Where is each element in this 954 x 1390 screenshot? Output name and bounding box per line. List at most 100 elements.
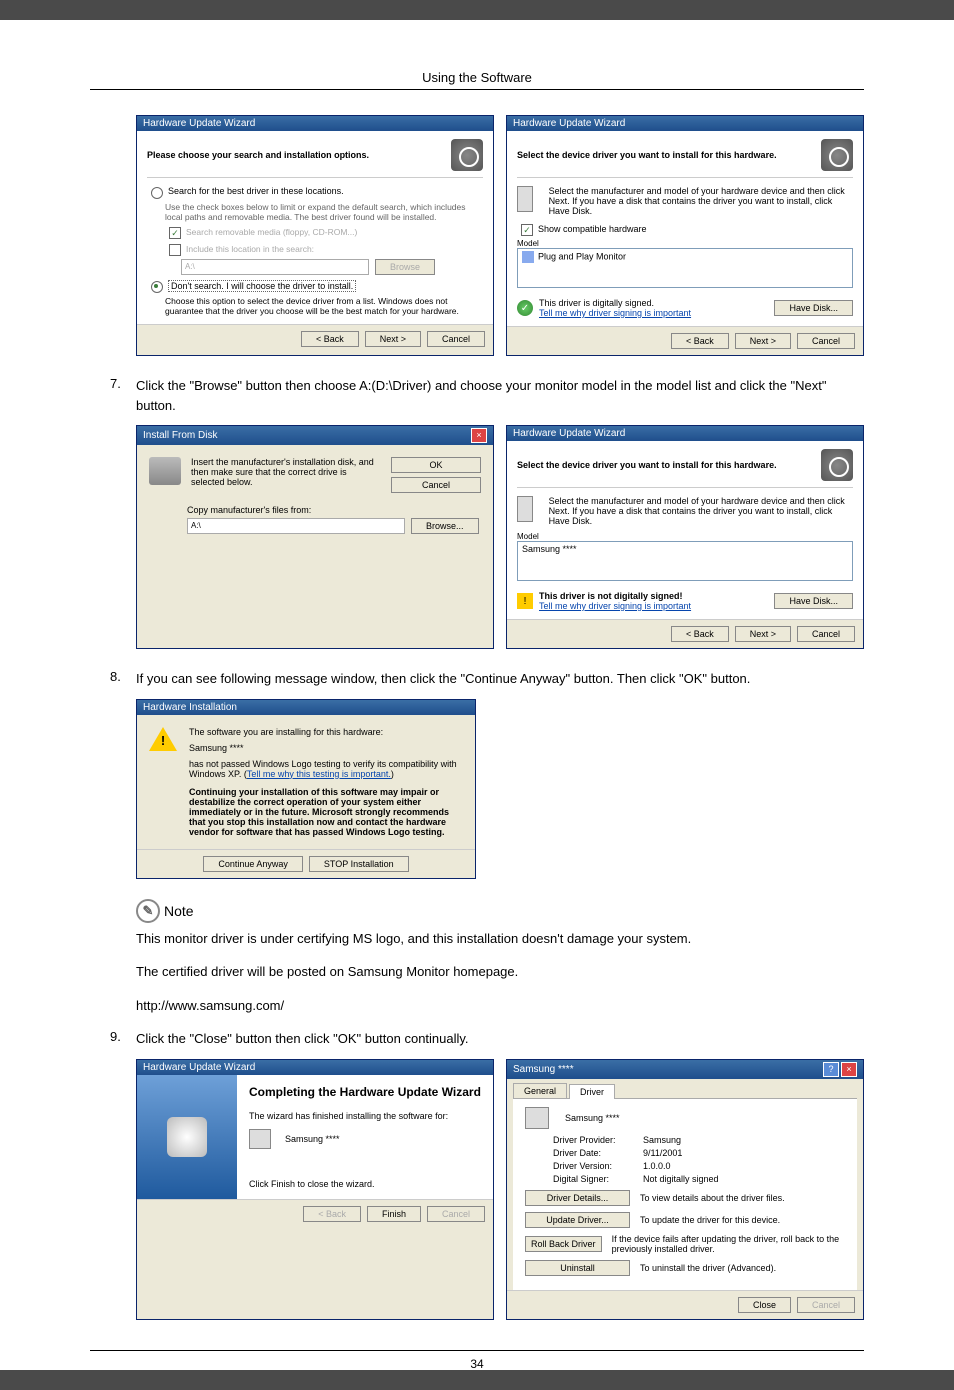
check-removable[interactable] — [169, 227, 181, 239]
next-button[interactable]: Next > — [365, 331, 421, 347]
complete-heading: Completing the Hardware Update Wizard — [249, 1085, 481, 1099]
title-text: Hardware Update Wizard — [143, 118, 255, 129]
wizard-complete: Hardware Update Wizard Completing the Ha… — [136, 1059, 494, 1320]
model-item-icon — [522, 251, 534, 263]
radio-dont-search[interactable] — [151, 281, 163, 293]
model-listbox[interactable]: Samsung **** — [517, 541, 853, 581]
monitor-icon — [517, 496, 533, 522]
step-text: Click the "Close" button then click "OK"… — [136, 1029, 864, 1049]
model-listbox[interactable]: Plug and Play Monitor — [517, 248, 853, 288]
title-text: Hardware Update Wizard — [513, 428, 625, 439]
back-button[interactable]: < Back — [671, 626, 729, 642]
radio-search-desc: Use the check boxes below to limit or ex… — [165, 202, 483, 222]
radio-dont-search-label: Don't search. I will choose the driver t… — [168, 280, 356, 292]
wizard-heading: Please choose your search and installati… — [147, 150, 369, 160]
continue-anyway-button[interactable]: Continue Anyway — [203, 856, 303, 872]
have-disk-button[interactable]: Have Disk... — [774, 300, 853, 316]
wizard-icon — [821, 449, 853, 481]
sig-link[interactable]: Tell me why driver signing is important — [539, 308, 691, 318]
have-disk-button[interactable]: Have Disk... — [774, 593, 853, 609]
back-button[interactable]: < Back — [301, 331, 359, 347]
hw-logo-text: has not passed Windows Logo testing to v… — [189, 759, 463, 779]
signer-value: Not digitally signed — [643, 1174, 719, 1184]
cancel-button[interactable]: Cancel — [391, 477, 481, 493]
cancel-button[interactable]: Cancel — [427, 1206, 485, 1222]
page-number: 34 — [90, 1350, 864, 1371]
model-label: Model — [517, 239, 853, 248]
ok-button[interactable]: OK — [391, 457, 481, 473]
wizard-icon — [821, 139, 853, 171]
step-number: 9. — [110, 1029, 136, 1049]
page-section-header: Using the Software — [90, 70, 864, 85]
wizard-sidebar-image — [137, 1075, 237, 1199]
finish-button[interactable]: Finish — [367, 1206, 421, 1222]
monitor-icon — [249, 1129, 271, 1149]
stop-installation-button[interactable]: STOP Installation — [309, 856, 409, 872]
unsigned-icon: ! — [517, 593, 533, 609]
cancel-button[interactable]: Cancel — [797, 1297, 855, 1313]
wizard-desc: Select the manufacturer and model of you… — [549, 186, 853, 216]
browse-button[interactable]: Browse... — [411, 518, 479, 534]
back-button[interactable]: < Back — [671, 333, 729, 349]
note-paragraph-2: The certified driver will be posted on S… — [136, 962, 864, 982]
titlebar: Samsung ****?× — [507, 1060, 863, 1079]
model-label: Model — [517, 532, 853, 541]
back-button[interactable]: < Back — [303, 1206, 361, 1222]
titlebar: Hardware Update Wizard — [507, 116, 863, 131]
model-item: Plug and Play Monitor — [538, 251, 626, 261]
uninstall-desc: To uninstall the driver (Advanced). — [640, 1263, 776, 1273]
tab-driver[interactable]: Driver — [569, 1084, 615, 1099]
logo-testing-link[interactable]: Tell me why this testing is important. — [247, 769, 391, 779]
header-rule — [90, 89, 864, 90]
path-combo[interactable]: A:\ — [187, 518, 405, 534]
model-item: Samsung **** — [522, 544, 577, 554]
check-location[interactable] — [169, 244, 181, 256]
details-desc: To view details about the driver files. — [640, 1193, 785, 1203]
disk-icon — [149, 457, 181, 485]
cancel-button[interactable]: Cancel — [797, 333, 855, 349]
titlebar: Hardware Update Wizard — [507, 426, 863, 441]
next-button[interactable]: Next > — [735, 626, 791, 642]
path-input[interactable]: A:\ — [181, 259, 369, 275]
monitor-icon — [517, 186, 533, 212]
check-compatible[interactable] — [521, 224, 533, 236]
wizard-icon — [451, 139, 483, 171]
step-number: 7. — [110, 376, 136, 415]
tab-general[interactable]: General — [513, 1083, 567, 1098]
help-icon[interactable]: ? — [823, 1062, 839, 1077]
close-icon[interactable]: × — [471, 428, 487, 443]
close-button[interactable]: Close — [738, 1297, 791, 1313]
driver-details-button[interactable]: Driver Details... — [525, 1190, 630, 1206]
radio-dont-search-desc: Choose this option to select the device … — [165, 296, 483, 316]
update-driver-button[interactable]: Update Driver... — [525, 1212, 630, 1228]
note-label: Note — [164, 903, 194, 919]
close-icon[interactable]: × — [841, 1062, 857, 1077]
step-text: If you can see following message window,… — [136, 669, 864, 689]
cancel-button[interactable]: Cancel — [427, 331, 485, 347]
title-text: Samsung **** — [513, 1064, 574, 1075]
version-value: 1.0.0.0 — [643, 1161, 671, 1171]
complete-text2: Click Finish to close the wizard. — [249, 1179, 481, 1189]
note-icon: ✎ — [136, 899, 160, 923]
note-paragraph-1: This monitor driver is under certifying … — [136, 929, 864, 949]
hw-line1: The software you are installing for this… — [189, 727, 463, 737]
title-text: Hardware Update Wizard — [513, 118, 625, 129]
radio-search[interactable] — [151, 187, 163, 199]
wizard-select-driver-2: Hardware Update Wizard Select the device… — [506, 425, 864, 649]
browse-button[interactable]: Browse — [375, 259, 435, 275]
rollback-driver-button[interactable]: Roll Back Driver — [525, 1236, 602, 1252]
hw-device: Samsung **** — [189, 743, 463, 753]
rollback-desc: If the device fails after updating the d… — [612, 1234, 845, 1254]
check-compatible-label: Show compatible hardware — [538, 224, 647, 234]
uninstall-button[interactable]: Uninstall — [525, 1260, 630, 1276]
driver-properties-dialog: Samsung ****?× General Driver Samsung **… — [506, 1059, 864, 1320]
cancel-button[interactable]: Cancel — [797, 626, 855, 642]
complete-text1: The wizard has finished installing the s… — [249, 1111, 481, 1121]
ifd-text: Insert the manufacturer's installation d… — [191, 457, 381, 493]
device-name: Samsung **** — [565, 1113, 620, 1123]
warning-icon — [149, 727, 177, 751]
sig-link[interactable]: Tell me why driver signing is important — [539, 601, 691, 611]
provider-label: Driver Provider: — [553, 1135, 643, 1145]
next-button[interactable]: Next > — [735, 333, 791, 349]
step-text: Click the "Browse" button then choose A:… — [136, 376, 864, 415]
